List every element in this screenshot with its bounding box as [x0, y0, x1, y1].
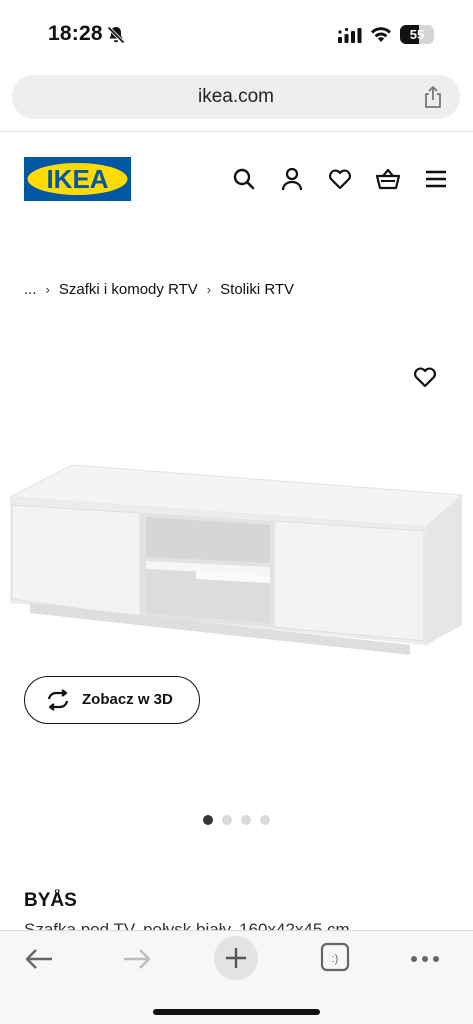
view-in-3d-button[interactable]: Zobacz w 3D: [24, 676, 200, 724]
ikea-logo-text: IKEA: [46, 164, 108, 194]
plus-icon: [226, 948, 246, 968]
heart-icon[interactable]: [327, 166, 353, 192]
divider: [0, 131, 473, 132]
image-carousel-dots[interactable]: [203, 815, 270, 825]
forward-arrow-icon[interactable]: [122, 948, 152, 970]
ikea-logo[interactable]: IKEA: [24, 157, 131, 201]
more-options-icon[interactable]: [410, 955, 440, 963]
carousel-dot[interactable]: [203, 815, 213, 825]
status-bar: 18:28 55: [0, 0, 473, 66]
view-in-3d-label: Zobacz w 3D: [82, 691, 173, 708]
battery-level: 55: [409, 27, 425, 42]
search-icon[interactable]: [231, 166, 257, 192]
status-time: 18:28: [48, 22, 103, 45]
home-indicator: [153, 1009, 320, 1015]
product-image[interactable]: [6, 465, 468, 665]
menu-icon[interactable]: [423, 166, 449, 192]
wifi-icon: [371, 27, 391, 42]
breadcrumb-item-tv-cabinets[interactable]: Szafki i komody RTV: [59, 281, 198, 298]
svg-text::): :): [332, 953, 339, 965]
rotate-3d-icon: [47, 689, 69, 711]
battery-indicator: 55: [400, 25, 434, 44]
bell-muted-icon: [107, 26, 125, 44]
new-tab-button[interactable]: [214, 936, 258, 980]
basket-icon[interactable]: [375, 166, 401, 192]
signal-icon: [338, 27, 362, 43]
account-icon[interactable]: [279, 166, 305, 192]
product-name: BYÅS: [24, 890, 77, 911]
carousel-dot[interactable]: [260, 815, 270, 825]
back-arrow-icon[interactable]: [24, 948, 54, 970]
breadcrumb: ... › Szafki i komody RTV › Stoliki RTV: [24, 279, 294, 299]
chevron-right-icon: ›: [206, 281, 212, 297]
add-to-favourites-icon[interactable]: [412, 364, 438, 390]
breadcrumb-item-tv-benches[interactable]: Stoliki RTV: [220, 281, 294, 298]
address-bar[interactable]: ikea.com: [12, 75, 460, 119]
carousel-dot[interactable]: [241, 815, 251, 825]
share-icon[interactable]: [422, 85, 444, 109]
url-text: ikea.com: [197, 86, 275, 107]
breadcrumb-ellipsis[interactable]: ...: [24, 281, 37, 298]
browser-toolbar: :): [0, 930, 473, 1024]
chevron-right-icon: ›: [45, 281, 50, 297]
tabs-icon[interactable]: :): [320, 942, 350, 972]
carousel-dot[interactable]: [222, 815, 232, 825]
